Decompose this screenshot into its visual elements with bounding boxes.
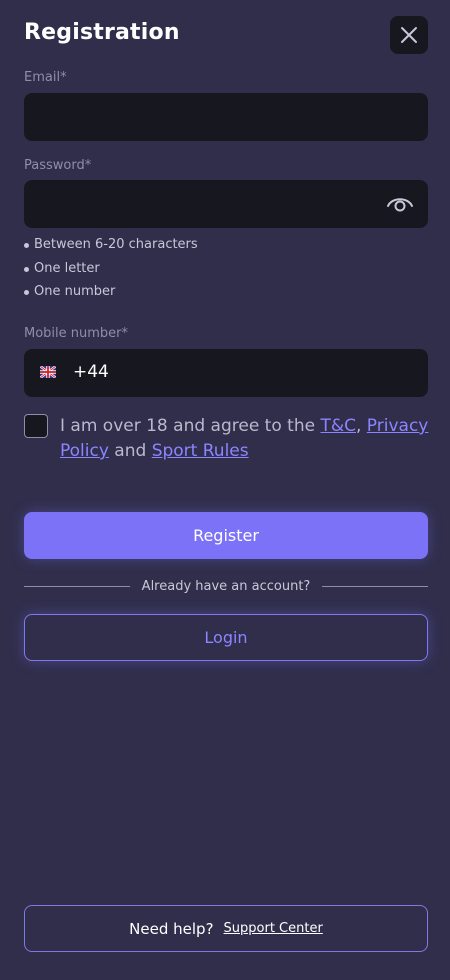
divider-line-left [24,585,130,587]
password-rule: Between 6-20 characters [24,236,198,260]
eye-icon[interactable] [386,192,414,216]
bullet-dot [24,290,29,295]
page-title: Registration [24,20,180,45]
password-rule-text: Between 6-20 characters [34,237,198,252]
email-field[interactable] [24,93,428,141]
sport-rules-link[interactable]: Sport Rules [152,441,249,461]
password-field[interactable] [24,180,428,228]
register-button[interactable]: Register [24,512,428,559]
password-rule-text: One number [34,284,116,299]
uk-flag-icon [40,366,56,378]
mobile-label: Mobile number* [24,326,129,341]
password-rule-text: One letter [34,260,100,276]
password-field-container [24,180,428,228]
password-label: Password* [24,158,92,173]
tc-link[interactable]: T&C [320,416,356,436]
help-text: Need help? [129,919,214,938]
divider: Already have an account? [24,576,429,596]
consent-text-start: I am over 18 and agree to the [60,416,321,436]
country-code: +44 [73,362,109,382]
support-center-link[interactable]: Support Center [224,921,323,936]
password-rule: One number [24,283,198,307]
consent-text: I am over 18 and agree to the T&C, Priva… [60,414,432,464]
close-button[interactable] [390,16,428,54]
bullet-dot [24,243,29,248]
mobile-field[interactable]: +44 [24,349,428,397]
age-consent-checkbox[interactable] [24,414,48,438]
divider-line-right [322,585,429,587]
email-label: Email* [24,70,67,85]
password-rules: Between 6-20 characters One letter One n… [24,236,198,307]
help-box: Need help? Support Center [24,905,428,952]
bullet-dot [24,266,29,272]
close-icon [401,27,417,43]
divider-text: Already have an account? [141,578,311,594]
consent-and: and [108,441,152,461]
login-button[interactable]: Login [24,614,428,661]
email-field-container [24,93,428,141]
consent-comma: , [355,416,367,436]
password-rule: One letter [24,260,198,284]
